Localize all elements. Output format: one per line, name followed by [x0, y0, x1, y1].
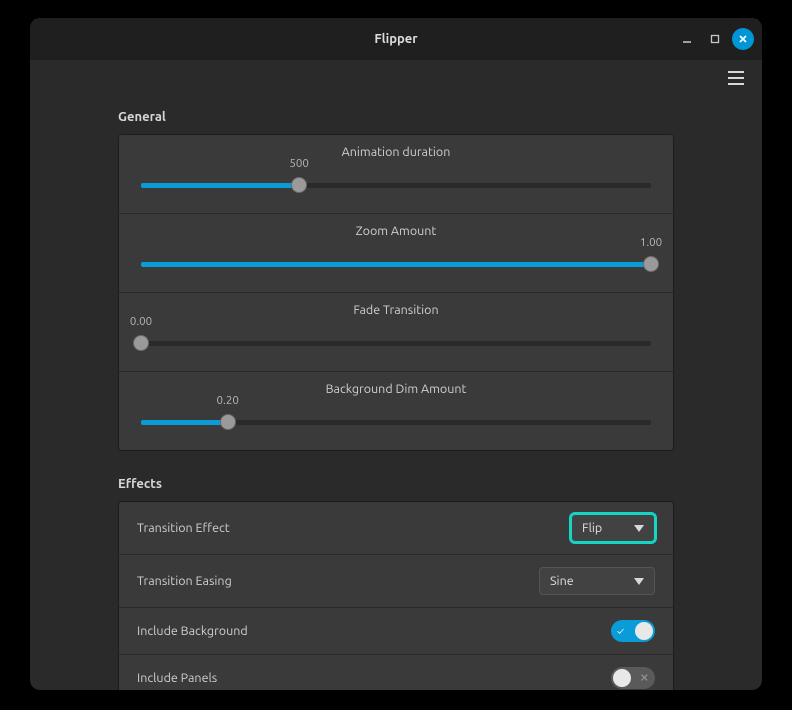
- transition-effect-dropdown[interactable]: Flip: [571, 514, 655, 542]
- zoom-amount-row: Zoom Amount 1.00: [119, 214, 673, 293]
- transition-effect-label: Transition Effect: [137, 521, 230, 535]
- minimize-button[interactable]: [676, 28, 698, 50]
- transition-easing-label: Transition Easing: [137, 574, 232, 588]
- app-window: Flipper General Animation duration 500: [30, 18, 762, 690]
- include-panels-label: Include Panels: [137, 671, 217, 685]
- fade-transition-value: 0.00: [130, 315, 152, 328]
- slider-fill: [141, 420, 228, 425]
- section-general-label: General: [118, 110, 734, 124]
- toggle-knob: [613, 669, 631, 687]
- menubar: [30, 60, 762, 96]
- animation-duration-value: 500: [289, 157, 308, 170]
- zoom-amount-label: Zoom Amount: [141, 224, 651, 238]
- close-button[interactable]: [732, 28, 754, 50]
- slider-thumb[interactable]: [643, 256, 659, 272]
- slider-track: [141, 341, 651, 346]
- chevron-down-icon: [634, 574, 644, 588]
- effects-panel: Transition Effect Flip Transition Easing…: [118, 501, 674, 690]
- x-icon: ✕: [640, 672, 649, 685]
- maximize-button[interactable]: [704, 28, 726, 50]
- fade-transition-label: Fade Transition: [141, 303, 651, 317]
- slider-thumb[interactable]: [220, 414, 236, 430]
- zoom-amount-slider[interactable]: 1.00: [141, 252, 651, 278]
- include-panels-toggle[interactable]: ✕: [611, 667, 655, 689]
- include-background-row: Include Background ✓: [119, 608, 673, 655]
- window-controls: [676, 18, 754, 60]
- bg-dim-value: 0.20: [217, 394, 239, 407]
- bg-dim-row: Background Dim Amount 0.20: [119, 372, 673, 450]
- slider-thumb[interactable]: [291, 177, 307, 193]
- transition-effect-value: Flip: [582, 521, 602, 535]
- animation-duration-slider[interactable]: 500: [141, 173, 651, 199]
- toggle-knob: [635, 622, 653, 640]
- window-title: Flipper: [30, 32, 762, 46]
- slider-fill: [141, 262, 651, 267]
- content-area: General Animation duration 500 Zoom Amou…: [30, 96, 762, 690]
- animation-duration-label: Animation duration: [141, 145, 651, 159]
- zoom-amount-value: 1.00: [640, 236, 662, 249]
- include-panels-row: Include Panels ✕: [119, 655, 673, 690]
- general-panel: Animation duration 500 Zoom Amount 1.00: [118, 134, 674, 451]
- fade-transition-slider[interactable]: 0.00: [141, 331, 651, 357]
- check-icon: ✓: [617, 626, 624, 637]
- include-background-label: Include Background: [137, 624, 248, 638]
- transition-easing-value: Sine: [550, 574, 574, 588]
- transition-easing-row: Transition Easing Sine: [119, 555, 673, 608]
- chevron-down-icon: [634, 521, 644, 535]
- slider-thumb[interactable]: [133, 335, 149, 351]
- titlebar: Flipper: [30, 18, 762, 60]
- include-background-toggle[interactable]: ✓: [611, 620, 655, 642]
- slider-fill: [141, 183, 299, 188]
- bg-dim-slider[interactable]: 0.20: [141, 410, 651, 436]
- transition-effect-row: Transition Effect Flip: [119, 502, 673, 555]
- section-effects-label: Effects: [118, 477, 734, 491]
- hamburger-menu-icon[interactable]: [724, 66, 748, 90]
- fade-transition-row: Fade Transition 0.00: [119, 293, 673, 372]
- transition-easing-dropdown[interactable]: Sine: [539, 567, 655, 595]
- animation-duration-row: Animation duration 500: [119, 135, 673, 214]
